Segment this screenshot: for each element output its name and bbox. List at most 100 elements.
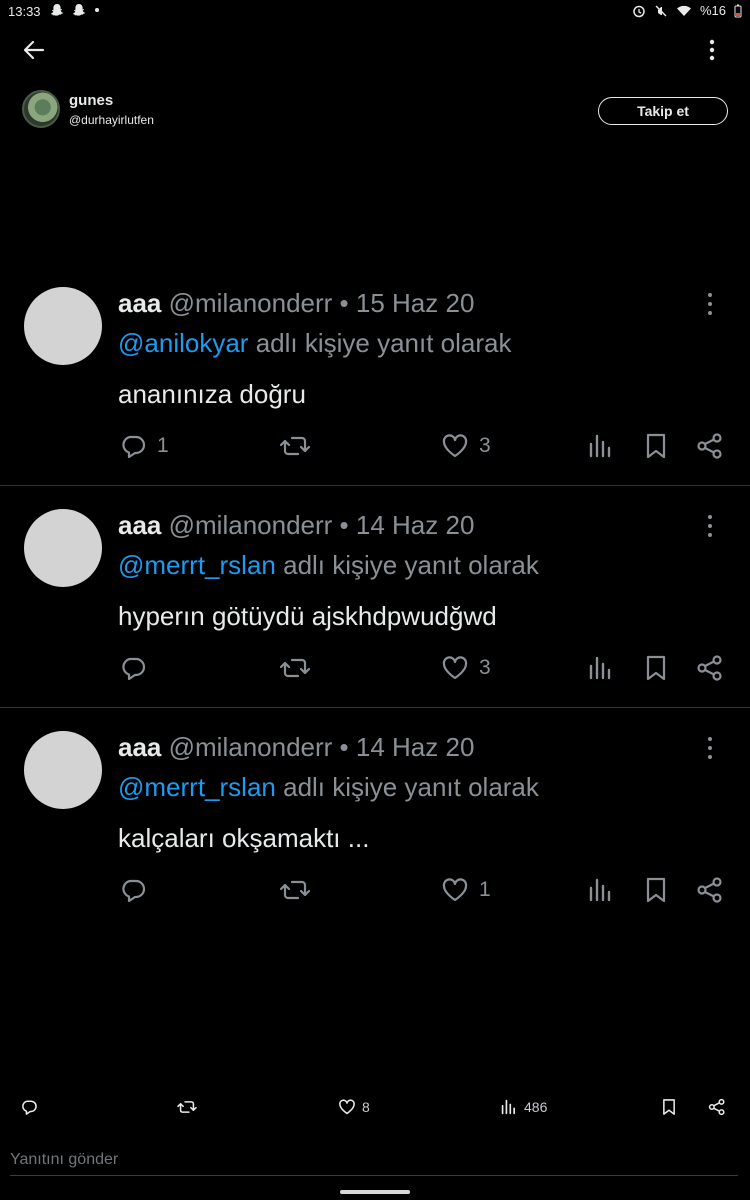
mention-link[interactable]: @merrt_rslan (118, 772, 276, 802)
mention-link[interactable]: @anilokyar (118, 328, 248, 358)
views-button[interactable]: 486 (500, 1098, 547, 1116)
bookmark-icon[interactable] (661, 1098, 677, 1116)
more-options-icon[interactable] (700, 36, 724, 64)
replying-to: @anilokyar adlı kişiye yanıt olarak (118, 328, 511, 359)
heart-icon (442, 656, 468, 680)
reply-button[interactable]: 1 (119, 432, 169, 460)
separator-dot: • (339, 510, 349, 540)
reply-button[interactable] (119, 654, 157, 682)
replying-to: @merrt_rslan adlı kişiye yanıt olarak (118, 550, 539, 581)
bookmark-icon[interactable] (644, 432, 668, 460)
retweet-icon (280, 658, 310, 678)
reply-input[interactable] (10, 1144, 738, 1176)
retweet-button[interactable] (177, 1098, 197, 1116)
comment-icon (122, 435, 146, 459)
more-options-icon[interactable] (702, 735, 718, 761)
author-handle: @durhayirlutfen (69, 112, 154, 127)
tweet-action-bar: 8 486 (0, 1098, 750, 1124)
system-status: %16 (632, 3, 742, 18)
heart-icon (442, 434, 468, 458)
follow-button[interactable]: Takip et (598, 97, 728, 125)
dot-icon (95, 8, 99, 12)
bookmark-icon[interactable] (644, 654, 668, 682)
retweet-button[interactable] (280, 432, 310, 460)
reply-header: aaa @milanonderr • 15 Haz 20 (118, 288, 474, 319)
snapchat-icon (51, 4, 63, 16)
reply-header: aaa @milanonderr • 14 Haz 20 (118, 510, 474, 541)
heart-icon (339, 1099, 355, 1115)
like-count: 1 (479, 878, 491, 901)
back-arrow-icon[interactable] (20, 36, 48, 64)
like-count: 8 (362, 1099, 370, 1115)
views-icon[interactable] (588, 432, 614, 460)
reply-author-name[interactable]: aaa (118, 510, 161, 540)
home-indicator[interactable] (340, 1190, 410, 1194)
mention-link[interactable]: @merrt_rslan (118, 550, 276, 580)
reply-date: 14 Haz 20 (355, 732, 475, 762)
like-button[interactable]: 1 (441, 876, 491, 904)
retweet-icon (280, 880, 310, 900)
retweet-icon (177, 1101, 197, 1113)
like-button[interactable]: 8 (338, 1098, 370, 1116)
comment-icon (122, 879, 146, 903)
like-count: 3 (479, 656, 491, 679)
reply-author-handle: @milanonderr (168, 288, 333, 318)
reply-author-handle: @milanonderr (168, 732, 333, 762)
battery-icon (734, 4, 742, 17)
reply-text: kalçaları okşamaktı ... (118, 823, 370, 853)
mute-icon (655, 5, 667, 16)
alarm-icon (633, 5, 645, 17)
reply-author-name[interactable]: aaa (118, 732, 161, 762)
bookmark-icon[interactable] (644, 876, 668, 904)
reply-date: 15 Haz 20 (355, 288, 475, 318)
divider (0, 485, 750, 486)
share-icon[interactable] (696, 654, 724, 682)
reply-actions: 3 (0, 654, 750, 686)
reply-button[interactable] (20, 1098, 38, 1116)
author-display-name: gunes (69, 91, 114, 109)
reply-avatar[interactable] (24, 287, 102, 365)
status-bar: 13:33 %16 (0, 0, 750, 24)
reply-date: 14 Haz 20 (355, 510, 475, 540)
reply-actions: 1 (0, 876, 750, 908)
battery-percent: %16 (699, 3, 726, 18)
views-icon[interactable] (588, 876, 614, 904)
comment-icon (22, 1100, 37, 1115)
heart-icon (442, 878, 468, 902)
tweet-author[interactable]: gunes @durhayirlutfen (22, 89, 154, 129)
like-count: 3 (479, 434, 491, 457)
more-options-icon[interactable] (702, 291, 718, 317)
author-names: gunes @durhayirlutfen (69, 92, 154, 127)
share-icon[interactable] (696, 876, 724, 904)
retweet-icon (280, 436, 310, 456)
like-button[interactable]: 3 (441, 654, 491, 682)
reply-author-handle: @milanonderr (168, 510, 333, 540)
separator-dot: • (339, 288, 349, 318)
views-icon (501, 1099, 515, 1115)
share-icon[interactable] (696, 432, 724, 460)
reply-text: hyperın götüydü ajskhdpwudğwd (118, 601, 497, 631)
reply-count: 1 (157, 434, 169, 457)
reply-avatar[interactable] (24, 509, 102, 587)
notification-icons (50, 3, 100, 17)
replying-to-label: adlı kişiye yanıt olarak (255, 328, 512, 358)
separator-dot: • (339, 732, 349, 762)
status-time: 13:33 (8, 4, 41, 19)
wifi-icon (676, 5, 691, 16)
author-avatar[interactable] (22, 90, 60, 128)
share-icon[interactable] (708, 1098, 726, 1116)
reply-avatar[interactable] (24, 731, 102, 809)
reply-button[interactable] (119, 876, 157, 904)
more-options-icon[interactable] (702, 513, 718, 539)
reply-text: ananınıza doğru (118, 379, 306, 409)
comment-icon (122, 657, 146, 681)
reply-author-name[interactable]: aaa (118, 288, 161, 318)
replying-to-label: adlı kişiye yanıt olarak (283, 772, 539, 802)
retweet-button[interactable] (280, 654, 310, 682)
like-button[interactable]: 3 (441, 432, 491, 460)
views-icon[interactable] (588, 654, 614, 682)
reply-header: aaa @milanonderr • 14 Haz 20 (118, 732, 474, 763)
reply-actions: 1 3 (0, 432, 750, 464)
retweet-button[interactable] (280, 876, 310, 904)
replying-to: @merrt_rslan adlı kişiye yanıt olarak (118, 772, 539, 803)
